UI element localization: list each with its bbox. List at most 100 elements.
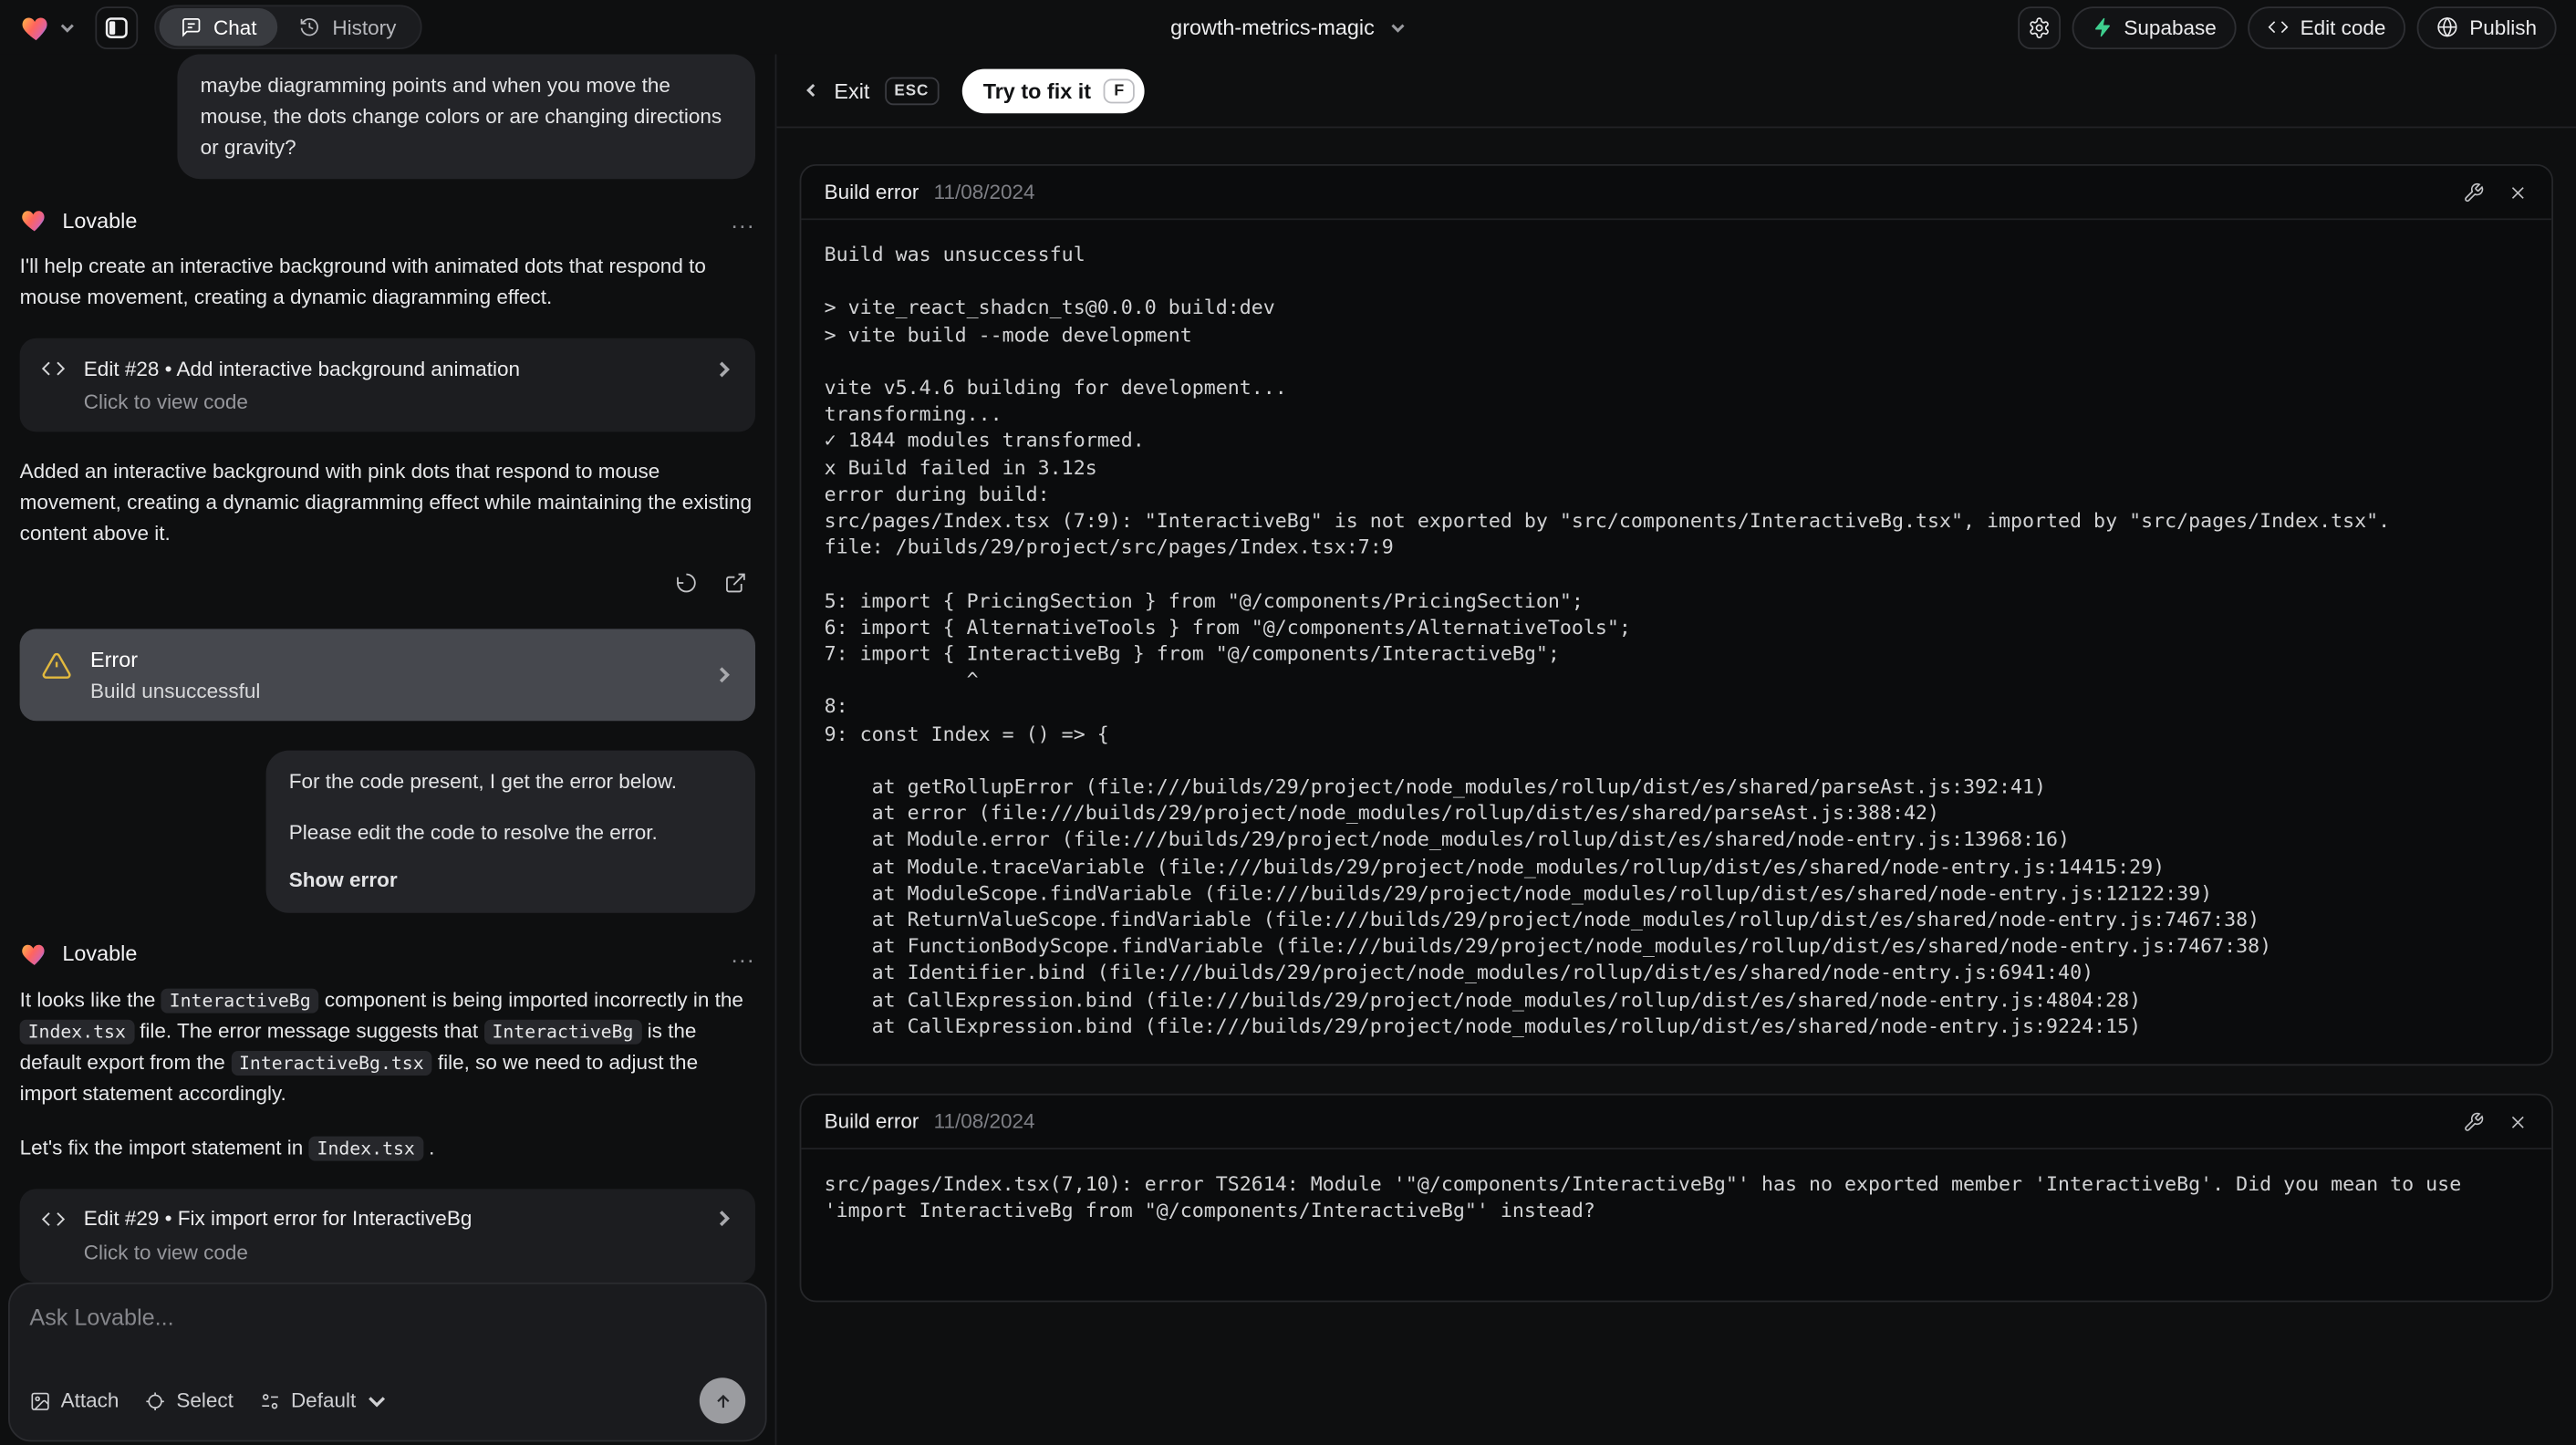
chevron-down-icon xyxy=(60,23,74,32)
edit-code-button[interactable]: Edit code xyxy=(2247,5,2405,49)
console-line: at Module.error (file:///builds/29/proje… xyxy=(824,828,2071,852)
build-error-card[interactable]: Error Build unsuccessful xyxy=(19,629,756,722)
console-line: transforming... xyxy=(824,402,1002,426)
assistant-message: I'll help create an interactive backgrou… xyxy=(19,255,706,309)
chat-input[interactable] xyxy=(29,1304,746,1360)
gear-icon xyxy=(2029,16,2049,38)
edit-card-title: Edit #28 • Add interactive background an… xyxy=(83,357,520,381)
inline-code: Index.tsx xyxy=(19,1018,134,1044)
console-line: at error (file:///builds/29/project/node… xyxy=(824,801,1940,826)
user-message-text: For the code present, I get the error be… xyxy=(288,770,678,794)
try-to-fix-button[interactable]: Try to fix it F xyxy=(961,68,1145,113)
top-bar: Chat History growth-metrics-magic Supaba… xyxy=(0,0,2576,55)
attach-label: Attach xyxy=(60,1388,119,1412)
sidebar-toggle-button[interactable] xyxy=(95,5,139,49)
image-attach-icon xyxy=(31,1391,49,1410)
error-card-subtitle: Build unsuccessful xyxy=(90,680,261,703)
console-line: error during build: xyxy=(824,482,1050,506)
panel-actions xyxy=(2463,182,2529,203)
user-message-text: Please edit the code to resolve the erro… xyxy=(288,821,658,845)
console-line: Build was unsuccessful xyxy=(824,243,1085,266)
lovable-logo-menu[interactable] xyxy=(20,11,76,44)
publish-button[interactable]: Publish xyxy=(2416,5,2557,49)
exit-label: Exit xyxy=(834,78,870,103)
console-line: at Module.traceVariable (file:///builds/… xyxy=(824,855,2166,878)
attach-button[interactable]: Attach xyxy=(29,1389,119,1412)
assistant-header: Lovable ... xyxy=(20,205,755,234)
tab-history[interactable]: History xyxy=(278,8,418,46)
show-error-link[interactable]: Show error xyxy=(289,865,732,896)
assistant-header: Lovable ... xyxy=(20,939,755,968)
history-icon xyxy=(301,18,319,36)
main-area: maybe diagramming points and when you mo… xyxy=(0,54,2576,1445)
restore-button[interactable] xyxy=(667,564,706,603)
supabase-button[interactable]: Supabase xyxy=(2071,5,2237,49)
message-actions xyxy=(20,564,755,603)
chat-bubble-icon xyxy=(182,18,201,37)
console-line: file: /builds/29/project/src/pages/Index… xyxy=(824,535,1394,559)
console-line: > vite build --mode development xyxy=(824,322,1192,347)
inline-code: InteractiveBg.tsx xyxy=(230,1050,432,1076)
exit-button[interactable]: Exit ESC xyxy=(803,76,940,105)
tab-chat[interactable]: Chat xyxy=(159,8,278,47)
build-error-panel-1: Build error 11/08/2024 Build was unsucce… xyxy=(799,164,2553,1066)
edit-card-title: Edit #29 • Fix import error for Interact… xyxy=(83,1207,473,1231)
wrench-icon[interactable] xyxy=(2463,1111,2484,1132)
top-bar-actions: Supabase Edit code Publish xyxy=(2017,5,2557,49)
assistant-message: It looks like the InteractiveBg componen… xyxy=(19,987,743,1105)
console-line: x Build failed in 3.12s xyxy=(824,455,1097,479)
user-message-text: maybe diagramming points and when you mo… xyxy=(200,74,722,159)
chevron-right-icon xyxy=(719,361,730,378)
select-element-button[interactable]: Select xyxy=(145,1389,234,1412)
edit-card-28[interactable]: Edit #28 • Add interactive background an… xyxy=(19,338,756,432)
chevron-right-icon xyxy=(719,667,730,683)
error-panels-scroll[interactable]: Build error 11/08/2024 Build was unsucce… xyxy=(776,128,2576,1445)
console-line: at CallExpression.bind (file:///builds/2… xyxy=(824,1014,2142,1038)
build-error-panel-2: Build error 11/08/2024 src/pages/Index.t… xyxy=(799,1093,2553,1303)
chevron-right-icon xyxy=(719,1211,730,1227)
wrench-icon[interactable] xyxy=(2463,182,2484,203)
try-to-fix-label: Try to fix it xyxy=(982,78,1092,103)
send-button[interactable] xyxy=(699,1377,746,1424)
close-icon[interactable] xyxy=(2508,1111,2529,1132)
panel-date: 11/08/2024 xyxy=(933,181,1035,204)
code-icon xyxy=(2268,21,2289,34)
console-line: at FunctionBodyScope.findVariable (file:… xyxy=(824,934,2272,958)
console-line: 7: import { InteractiveBg } from "@/comp… xyxy=(824,641,1560,666)
edit-card-29[interactable]: Edit #29 • Fix import error for Interact… xyxy=(19,1188,756,1282)
open-preview-button[interactable] xyxy=(716,564,755,603)
refresh-icon xyxy=(677,574,696,593)
console-line: 8: xyxy=(824,695,848,719)
project-switcher[interactable]: growth-metrics-magic xyxy=(1170,15,1406,39)
lovable-heart-icon xyxy=(22,211,45,232)
close-icon[interactable] xyxy=(2508,182,2529,203)
project-name: growth-metrics-magic xyxy=(1170,15,1375,40)
console-line: vite v5.4.6 building for development... xyxy=(824,376,1287,400)
mode-label: Default xyxy=(290,1388,357,1412)
external-link-icon xyxy=(726,574,745,593)
composer-toolbar: Attach Select Default xyxy=(29,1377,746,1424)
chevron-left-icon xyxy=(806,83,815,98)
console-line: ✓ 1844 modules transformed. xyxy=(824,429,1145,452)
code-icon xyxy=(41,362,66,376)
console-output: src/pages/Index.tsx(7,10): error TS2614:… xyxy=(801,1149,2551,1301)
inline-code: Index.tsx xyxy=(308,1135,423,1160)
mode-dropdown[interactable]: Default xyxy=(260,1389,388,1412)
console-line: at CallExpression.bind (file:///builds/2… xyxy=(824,988,2142,1012)
inline-code: InteractiveBg xyxy=(483,1018,642,1044)
console-line: 5: import { PricingSection } from "@/com… xyxy=(824,588,1584,612)
supabase-label: Supabase xyxy=(2124,16,2217,39)
lovable-heart-icon xyxy=(22,943,45,965)
message-menu-button[interactable]: ... xyxy=(732,941,755,964)
panel-title: Build error xyxy=(824,1109,919,1134)
message-menu-button[interactable]: ... xyxy=(732,209,755,232)
panel-header: Build error 11/08/2024 xyxy=(801,1096,2552,1150)
settings-button[interactable] xyxy=(2017,5,2061,49)
console-line: at ReturnValueScope.findVariable (file:/… xyxy=(824,908,2260,931)
tab-history-label: History xyxy=(332,16,397,39)
console-line: at getRollupError (file:///builds/29/pro… xyxy=(824,774,2047,798)
panel-date: 11/08/2024 xyxy=(933,1109,1035,1134)
